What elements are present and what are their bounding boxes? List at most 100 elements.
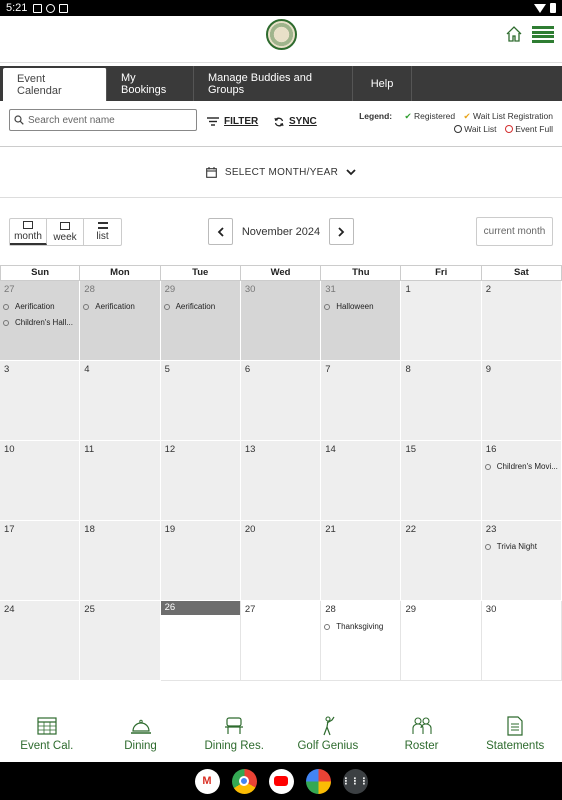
legend-registered: Registered [414,111,456,121]
calendar-day[interactable]: 29 Aerification [160,281,241,361]
hamburger-menu-icon[interactable] [532,26,554,43]
calendar-day[interactable]: 28 Aerification [80,281,161,361]
search-box [9,109,197,131]
calendar-day[interactable]: 2 [481,281,562,361]
calendar-day[interactable]: 15 [401,441,482,521]
calendar-event[interactable]: Aerification [163,302,240,311]
calendar-day[interactable]: 23 Trivia Night [481,521,562,601]
view-month-label: month [14,230,42,242]
tab-manage-buddies[interactable]: Manage Buddies and Groups [194,66,353,101]
view-month-button[interactable]: month [10,219,47,245]
calendar-day[interactable]: 25 [80,601,161,681]
calendar-day[interactable]: 16 Children's Movi... [481,441,562,521]
home-icon[interactable] [505,25,523,43]
calendar-event[interactable]: Aerification [83,302,159,311]
calendar-day[interactable]: 4 [80,361,161,441]
calendar-week-row: 27 Aerification Children's Hall... 28 Aerifi… [0,281,562,361]
next-month-button[interactable] [329,218,354,245]
search-input[interactable] [28,114,188,126]
system-dock: M ⋮⋮⋮ [0,762,562,800]
event-status-icon [324,303,331,310]
event-status-icon [324,623,331,630]
calendar-day[interactable]: 9 [481,361,562,441]
calendar-day[interactable]: 24 [0,601,81,681]
calendar-day[interactable]: 21 [321,521,402,601]
view-week-label: week [53,231,77,243]
month-calendar: Sun Mon Tue Wed Thu Fri Sat 27 Aerificati… [0,265,562,681]
calendar-day[interactable]: 29 [401,601,482,681]
filter-button[interactable]: FILTER [207,116,258,127]
gmail-icon[interactable]: M [194,768,220,794]
chrome-icon[interactable] [231,768,257,794]
nav-statements[interactable]: Statements [468,716,562,762]
calendar-day[interactable]: 18 [80,521,161,601]
nav-event-calendar[interactable]: Event Cal. [0,716,94,762]
calendar-day[interactable]: 28 Thanksgiving [321,601,402,681]
previous-month-button[interactable] [208,218,233,245]
calendar-event[interactable]: Aerification [3,302,79,311]
nav-roster[interactable]: Roster [375,716,469,762]
day-number: 3 [4,364,10,375]
view-list-label: list [96,231,109,242]
nav-golf-genius[interactable]: Golf Genius [281,716,375,762]
calendar-event[interactable]: Thanksgiving [324,622,400,631]
day-number: 28 [84,284,95,295]
calendar-day[interactable]: 10 [0,441,81,521]
calendar-day[interactable]: 12 [160,441,241,521]
day-number: 12 [164,444,176,455]
dow-thu: Thu [321,265,402,281]
calendar-day[interactable]: 7 [321,361,402,441]
view-toggle: month week list [9,218,122,246]
calendar-day[interactable]: 22 [401,521,482,601]
sync-label: SYNC [289,116,317,127]
calendar-day[interactable]: 27 [240,601,322,681]
calendar-day[interactable]: 13 [240,441,322,521]
view-list-button[interactable]: list [84,219,121,245]
wait-list-clock-icon [453,125,462,133]
calendar-day[interactable]: 27 Aerification Children's Hall... [0,281,81,361]
calendar-day[interactable]: 3 [0,361,81,441]
calendar-day[interactable]: 8 [401,361,482,441]
calendar-day[interactable]: 31 Halloween [321,281,402,361]
photos-icon[interactable] [305,768,331,794]
event-status-icon [484,543,491,550]
calendar-day[interactable]: 6 [240,361,322,441]
legend-event-full: Event Full [515,124,553,134]
day-number: 22 [405,524,417,535]
notification-icon [33,3,43,13]
calendar-day[interactable]: 5 [160,361,241,441]
current-month-button[interactable]: current month [476,217,553,246]
calendar-event[interactable]: Halloween [324,302,400,311]
view-week-button[interactable]: week [47,219,84,245]
nav-dining[interactable]: Dining [94,716,188,762]
calendar-event[interactable]: Children's Movi... [484,462,561,471]
app-drawer-icon[interactable]: ⋮⋮⋮ [342,768,369,794]
filter-label: FILTER [224,116,259,127]
event-full-ban-icon [504,125,513,133]
calendar-day[interactable]: 14 [321,441,402,521]
calendar-day[interactable]: 19 [160,521,241,601]
calendar-event[interactable]: Trivia Night [484,542,561,551]
nav-dining-reservations[interactable]: Dining Res. [187,716,281,762]
youtube-icon[interactable] [268,768,294,794]
calendar-day[interactable]: 11 [80,441,161,521]
tab-event-calendar[interactable]: Event Calendar [3,68,107,101]
day-number: 29 [405,604,417,615]
day-number: 17 [4,524,15,535]
calendar-event[interactable]: Children's Hall... [3,318,79,327]
month-view-icon [23,220,33,229]
calendar-day[interactable]: 20 [240,521,322,601]
calendar-day[interactable]: 1 [401,281,482,361]
select-month-year-button[interactable]: SELECT MONTH/YEAR [0,148,562,198]
tab-help[interactable]: Help [353,66,412,101]
calendar-day[interactable]: 30 [240,281,322,361]
nav-golf-genius-label: Golf Genius [297,740,359,752]
club-logo[interactable] [266,19,297,50]
current-month-title: November 2024 [241,225,321,238]
calendar-day[interactable]: 30 [481,601,562,681]
tab-my-bookings[interactable]: My Bookings [107,66,194,101]
sync-button[interactable]: SYNC [274,116,317,127]
calendar-day-today[interactable]: 26 [160,601,241,681]
dow-tue: Tue [160,265,241,281]
calendar-day[interactable]: 17 [0,521,81,601]
